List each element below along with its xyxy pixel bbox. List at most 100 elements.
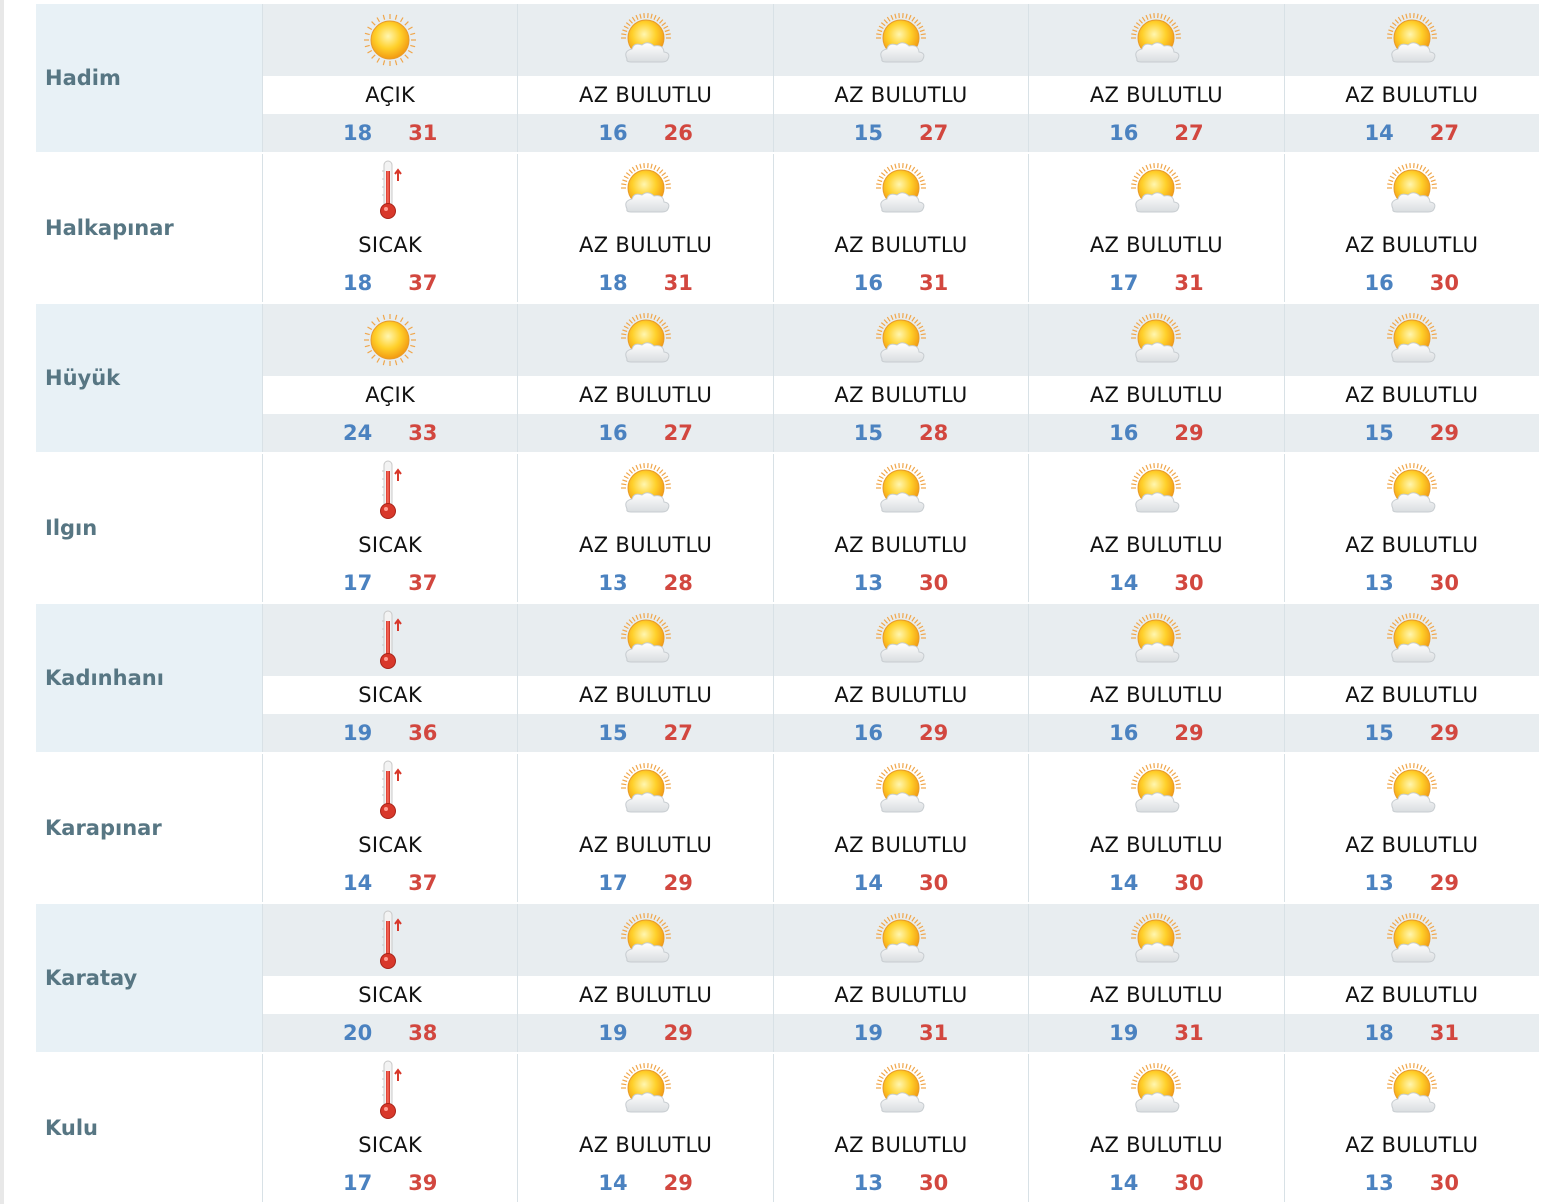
- city-name[interactable]: Ilgın: [36, 454, 262, 602]
- day-forecast-cell: AZ BULUTLU 14 30: [1028, 1054, 1283, 1202]
- temperature-range: 13 29: [1285, 864, 1539, 902]
- min-temperature: 16: [1109, 121, 1139, 145]
- min-temperature: 18: [598, 271, 628, 295]
- partly-cloudy-icon: [1125, 159, 1187, 221]
- max-temperature: 39: [408, 1171, 438, 1195]
- thermometer-icon: [359, 909, 421, 971]
- partly-cloudy-icon: [1381, 1059, 1443, 1121]
- day-cells: SICAK 18 37 AZ BULUTLU 18 31 AZ BULUTLU …: [262, 154, 1539, 304]
- day-forecast-cell: AZ BULUTLU 13 28: [517, 454, 772, 602]
- temperature-range: 20 38: [263, 1014, 518, 1052]
- min-temperature: 17: [342, 1171, 373, 1195]
- min-temperature: 15: [1364, 721, 1394, 745]
- min-temperature: 13: [1364, 871, 1394, 895]
- max-temperature: 31: [1429, 1021, 1459, 1045]
- min-temperature: 18: [1364, 1021, 1394, 1045]
- temperature-range: 13 30: [774, 1164, 1028, 1202]
- day-forecast-cell: AÇIK 24 33: [262, 304, 518, 452]
- city-row: Karatay SICAK 20 38 AZ BULUTLU 19 29 AZ …: [36, 904, 1539, 1054]
- max-temperature: 30: [1429, 271, 1459, 295]
- city-row: Halkapınar SICAK 18 37 AZ BULUTLU 18 31 …: [36, 154, 1539, 304]
- icon-band: [263, 1054, 517, 1126]
- max-temperature: 29: [663, 871, 693, 895]
- city-row: Hüyük AÇIK 24 33 AZ BULUTLU 16 27 AZ BUL…: [36, 304, 1539, 454]
- min-temperature: 13: [1364, 1171, 1394, 1195]
- temperature-range: 14 30: [1029, 1164, 1283, 1202]
- icon-band: [263, 754, 517, 826]
- day-forecast-cell: AZ BULUTLU 19 29: [517, 904, 773, 1052]
- city-name[interactable]: Karapınar: [36, 754, 262, 902]
- weather-description: AZ BULUTLU: [834, 1133, 968, 1157]
- max-temperature: 28: [918, 421, 949, 445]
- icon-band: [1284, 904, 1539, 976]
- day-forecast-cell: AZ BULUTLU 17 31: [1028, 154, 1283, 302]
- partly-cloudy-icon: [615, 909, 677, 971]
- partly-cloudy-icon: [1381, 9, 1443, 71]
- city-name[interactable]: Karatay: [36, 904, 262, 1052]
- temperature-range: 17 37: [263, 564, 517, 602]
- min-temperature: 17: [342, 571, 373, 595]
- icon-band: [263, 454, 517, 526]
- city-name[interactable]: Halkapınar: [36, 154, 262, 302]
- city-name[interactable]: Kadınhanı: [36, 604, 262, 752]
- temperature-range: 18 31: [1284, 1014, 1539, 1052]
- day-forecast-cell: AZ BULUTLU 16 31: [772, 154, 1028, 302]
- max-temperature: 37: [408, 571, 438, 595]
- temperature-range: 14 30: [1029, 864, 1283, 902]
- temperature-range: 17 29: [518, 864, 772, 902]
- temperature-range: 18 31: [518, 264, 772, 302]
- min-temperature: 14: [1109, 1171, 1139, 1195]
- day-cells: AÇIK 18 31 AZ BULUTLU 16 26 AZ BULUTLU 1…: [262, 4, 1539, 154]
- city-name[interactable]: Kulu: [36, 1054, 262, 1202]
- weather-description: AZ BULUTLU: [1089, 833, 1223, 857]
- icon-band: [1029, 1054, 1283, 1126]
- temperature-range: 19 31: [773, 1014, 1029, 1052]
- thermometer-icon: [359, 459, 421, 521]
- weather-description: AZ BULUTLU: [579, 233, 713, 257]
- day-forecast-cell: AZ BULUTLU 16 26: [517, 4, 773, 152]
- icon-band: [773, 904, 1029, 976]
- icon-band: [518, 154, 772, 226]
- day-forecast-cell: AZ BULUTLU 14 30: [772, 754, 1028, 902]
- partly-cloudy-icon: [615, 1059, 677, 1121]
- max-temperature: 26: [663, 121, 693, 145]
- weather-description: AZ BULUTLU: [579, 383, 713, 407]
- day-forecast-cell: AZ BULUTLU 13 30: [772, 454, 1028, 602]
- temperature-range: 17 31: [1029, 264, 1283, 302]
- icon-band: [774, 454, 1028, 526]
- icon-band: [774, 754, 1028, 826]
- partly-cloudy-icon: [1125, 459, 1187, 521]
- max-temperature: 37: [408, 871, 438, 895]
- day-forecast-cell: AZ BULUTLU 14 30: [1028, 454, 1283, 602]
- day-forecast-cell: AZ BULUTLU 13 29: [1283, 754, 1539, 902]
- weather-description: AZ BULUTLU: [579, 683, 713, 707]
- left-border: [0, 0, 4, 1204]
- max-temperature: 36: [408, 721, 438, 745]
- max-temperature: 29: [663, 1171, 693, 1195]
- max-temperature: 30: [918, 571, 949, 595]
- icon-band: [518, 754, 772, 826]
- partly-cloudy-icon: [1381, 909, 1443, 971]
- partly-cloudy-icon: [870, 9, 932, 71]
- city-name[interactable]: Hadim: [36, 4, 262, 152]
- city-name[interactable]: Hüyük: [36, 304, 262, 452]
- weather-description: AZ BULUTLU: [579, 533, 713, 557]
- icon-band: [1284, 4, 1539, 76]
- temperature-range: 14 27: [1284, 114, 1539, 152]
- city-row: Kulu SICAK 17 39 AZ BULUTLU 14 29 AZ BUL…: [36, 1054, 1539, 1204]
- weather-description: AZ BULUTLU: [1089, 1133, 1223, 1157]
- max-temperature: 29: [663, 1021, 693, 1045]
- weather-description: AZ BULUTLU: [1345, 533, 1479, 557]
- city-row: Kadınhanı SICAK 19 36 AZ BULUTLU 15 27 A…: [36, 604, 1539, 754]
- temperature-range: 15 28: [773, 414, 1029, 452]
- max-temperature: 31: [1174, 1021, 1204, 1045]
- partly-cloudy-icon: [870, 759, 932, 821]
- partly-cloudy-icon: [615, 309, 677, 371]
- weather-description: AZ BULUTLU: [579, 1133, 713, 1157]
- min-temperature: 16: [598, 121, 628, 145]
- icon-band: [773, 604, 1029, 676]
- icon-band: [1285, 754, 1539, 826]
- temperature-range: 16 29: [1029, 414, 1284, 452]
- weather-description: AZ BULUTLU: [1345, 383, 1479, 407]
- icon-band: [1284, 304, 1539, 376]
